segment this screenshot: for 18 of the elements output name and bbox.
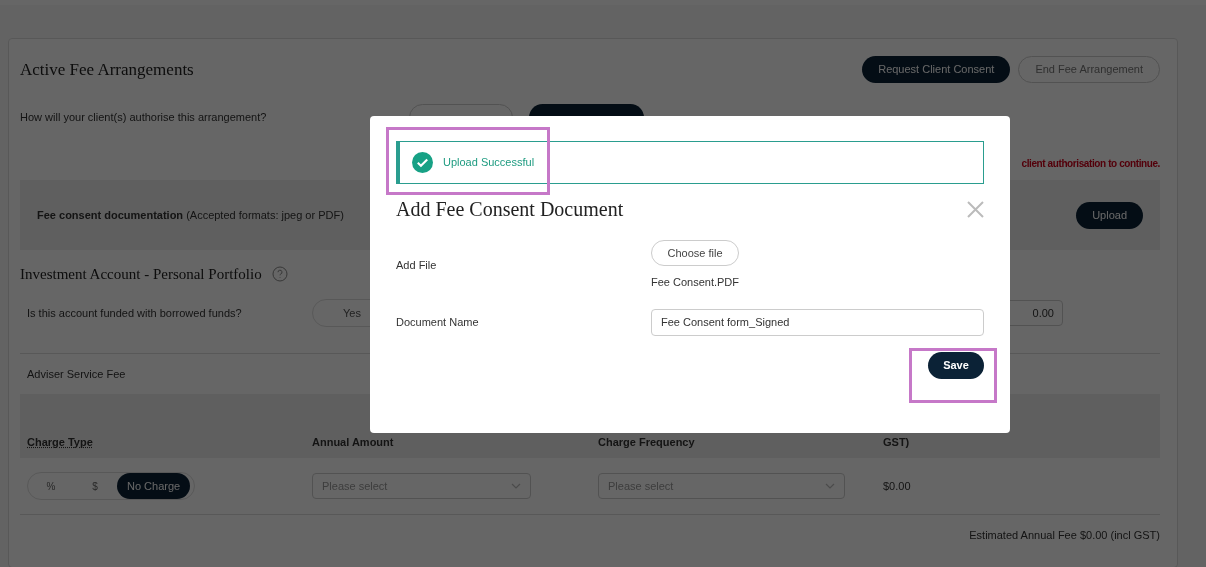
column-header: Annual Amount xyxy=(312,434,395,450)
estimate-text: Estimated Annual Fee $0.00 (incl GST) xyxy=(969,527,1160,543)
field-label: Add File xyxy=(396,257,438,273)
alert-text: Upload Successful xyxy=(443,155,535,171)
column-header: Charge Frequency xyxy=(598,434,696,450)
field-label: Document Name xyxy=(396,314,480,330)
section-title: Active Fee Arrangements xyxy=(20,58,194,81)
section-title: Investment Account - Personal Portfolio xyxy=(20,264,262,284)
warning-text: client authorisation to continue. xyxy=(1021,156,1160,171)
question-text: How will your client(s) authorise this arrangement? xyxy=(20,110,268,126)
fee-title: Adviser Service Fee xyxy=(27,366,126,382)
column-header: GST) xyxy=(883,434,911,450)
file-name: Fee Consent.PDF xyxy=(651,274,740,290)
column-header: Charge Type xyxy=(27,434,94,450)
documentation-label: Fee consent documentation (Accepted formats: jpeg or PDF) xyxy=(37,207,344,223)
dialog-title: Add Fee Consent Document xyxy=(396,197,624,222)
fee-value: $0.00 xyxy=(883,478,912,494)
question-text: Is this account funded with borrowed funds? xyxy=(27,305,243,321)
